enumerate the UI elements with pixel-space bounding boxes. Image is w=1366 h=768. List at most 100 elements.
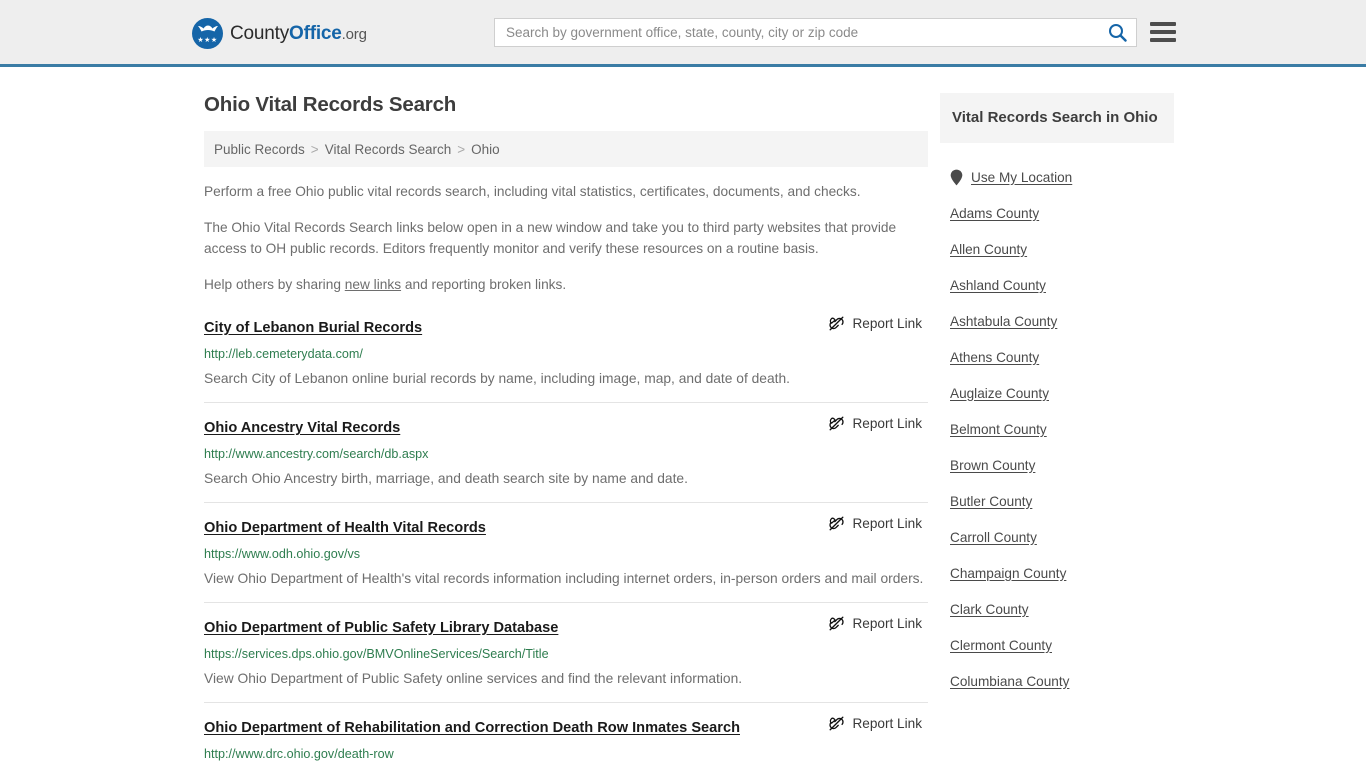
report-link-label: Report Link	[852, 316, 922, 331]
sidebar-item-belmont-county[interactable]: Belmont County	[940, 411, 1174, 447]
broken-link-icon	[829, 616, 845, 631]
sidebar-item-label[interactable]: Athens County	[950, 350, 1039, 365]
result-url: http://leb.cemeterydata.com/	[204, 347, 363, 361]
new-links-link[interactable]: new links	[345, 277, 401, 292]
sidebar-item-label[interactable]: Adams County	[950, 206, 1039, 221]
main-content: Ohio Vital Records Search Public Records…	[204, 67, 928, 768]
sidebar-item-label[interactable]: Butler County	[950, 494, 1032, 509]
sidebar-item-allen-county[interactable]: Allen County	[940, 231, 1174, 267]
result-header: Ohio Department of Public Safety Library…	[204, 615, 928, 638]
result-row: Ohio Department of Public Safety Library…	[204, 615, 928, 703]
logo-text-office: Office	[289, 22, 342, 44]
sidebar-item-carroll-county[interactable]: Carroll County	[940, 519, 1174, 555]
result-title-link[interactable]: Ohio Ancestry Vital Records	[204, 418, 400, 438]
sidebar-item-label[interactable]: Brown County	[950, 458, 1035, 473]
search-button[interactable]	[1098, 19, 1136, 46]
broken-link-icon	[829, 516, 845, 531]
sidebar-item-brown-county[interactable]: Brown County	[940, 447, 1174, 483]
result-row: Ohio Department of Rehabilitation and Co…	[204, 715, 928, 768]
sidebar-item-label[interactable]: Ashtabula County	[950, 314, 1057, 329]
breadcrumb-item-ohio[interactable]: Ohio	[471, 142, 500, 157]
hamburger-bar-3	[1150, 38, 1176, 42]
breadcrumb-item-vital-records-search[interactable]: Vital Records Search	[325, 142, 452, 157]
sidebar-item-clark-county[interactable]: Clark County	[940, 591, 1174, 627]
site-logo[interactable]: ★★★ CountyOffice.org	[192, 18, 367, 49]
page-body: Ohio Vital Records Search Public Records…	[0, 67, 1366, 768]
report-link-button[interactable]: Report Link	[828, 615, 928, 632]
report-link-label: Report Link	[852, 716, 922, 731]
map-pin-icon	[950, 169, 963, 185]
report-link-button[interactable]: Report Link	[828, 415, 928, 432]
logo-text-org: .org	[341, 25, 367, 43]
result-header: Ohio Ancestry Vital Records Report Link	[204, 415, 928, 438]
sidebar-item-label[interactable]: Ashland County	[950, 278, 1046, 293]
hamburger-bar-2	[1150, 30, 1176, 34]
sidebar-item-columbiana-county[interactable]: Columbiana County	[940, 663, 1174, 699]
intro-paragraph-2: The Ohio Vital Records Search links belo…	[204, 220, 897, 256]
result-title-link[interactable]: Ohio Department of Rehabilitation and Co…	[204, 718, 740, 738]
result-description: Search City of Lebanon online burial rec…	[204, 371, 790, 386]
results-list: City of Lebanon Burial Records Report Li…	[204, 315, 928, 768]
hamburger-bar-1	[1150, 22, 1176, 26]
result-header: Ohio Department of Health Vital Records …	[204, 515, 928, 538]
result-row: City of Lebanon Burial Records Report Li…	[204, 315, 928, 403]
result-title-link[interactable]: City of Lebanon Burial Records	[204, 318, 422, 338]
sidebar-item-auglaize-county[interactable]: Auglaize County	[940, 375, 1174, 411]
result-url: http://www.drc.ohio.gov/death-row	[204, 747, 394, 761]
sidebar-item-ashland-county[interactable]: Ashland County	[940, 267, 1174, 303]
intro-paragraph-1: Perform a free Ohio public vital records…	[204, 184, 861, 199]
stars-icon: ★★★	[197, 37, 218, 44]
hamburger-menu-icon[interactable]	[1150, 20, 1176, 44]
sidebar-item-label[interactable]: Allen County	[950, 242, 1027, 257]
result-description: Search Ohio Ancestry birth, marriage, an…	[204, 471, 688, 486]
sidebar-item-label[interactable]: Use My Location	[971, 170, 1072, 185]
sidebar-item-clermont-county[interactable]: Clermont County	[940, 627, 1174, 663]
eagle-seal-icon: ★★★	[192, 18, 223, 49]
result-row: Ohio Ancestry Vital Records Report Link …	[204, 415, 928, 503]
result-url: https://www.odh.ohio.gov/vs	[204, 547, 361, 561]
search-bar[interactable]	[494, 18, 1137, 47]
report-link-label: Report Link	[852, 416, 922, 431]
report-link-label: Report Link	[852, 516, 922, 531]
eagle-icon	[197, 25, 218, 32]
result-title-link[interactable]: Ohio Department of Public Safety Library…	[204, 618, 558, 638]
sidebar-item-athens-county[interactable]: Athens County	[940, 339, 1174, 375]
search-icon	[1108, 24, 1127, 42]
sidebar-item-ashtabula-county[interactable]: Ashtabula County	[940, 303, 1174, 339]
broken-link-icon	[829, 316, 845, 331]
breadcrumb-separator-1: >	[310, 141, 319, 157]
sidebar-item-label[interactable]: Champaign County	[950, 566, 1066, 581]
breadcrumb-separator-2: >	[457, 141, 466, 157]
report-link-label: Report Link	[852, 616, 922, 631]
sidebar-item-label[interactable]: Clermont County	[950, 638, 1052, 653]
sidebar-item-label[interactable]: Clark County	[950, 602, 1029, 617]
report-link-button[interactable]: Report Link	[828, 515, 928, 532]
sidebar-item-label[interactable]: Columbiana County	[950, 674, 1069, 689]
sidebar-item-adams-county[interactable]: Adams County	[940, 195, 1174, 231]
logo-text-county: County	[230, 22, 290, 44]
report-link-button[interactable]: Report Link	[828, 715, 928, 732]
sidebar-item-use-my-location[interactable]: Use My Location	[940, 159, 1174, 195]
result-title-link[interactable]: Ohio Department of Health Vital Records	[204, 518, 486, 538]
sidebar-item-label[interactable]: Belmont County	[950, 422, 1047, 437]
breadcrumb-item-public-records[interactable]: Public Records	[214, 142, 305, 157]
site-header: ★★★ CountyOffice.org	[0, 0, 1366, 67]
sidebar-item-label[interactable]: Carroll County	[950, 530, 1037, 545]
result-description: View Ohio Department of Public Safety on…	[204, 671, 743, 686]
sidebar-item-butler-county[interactable]: Butler County	[940, 483, 1174, 519]
sidebar-county-list: Use My Location Adams County Allen County A…	[940, 159, 1174, 699]
result-row: Ohio Department of Health Vital Records …	[204, 515, 928, 603]
sidebar-item-champaign-county[interactable]: Champaign County	[940, 555, 1174, 591]
sidebar-title: Vital Records Search in Ohio	[940, 93, 1174, 143]
breadcrumb: Public Records > Vital Records Search > …	[204, 131, 928, 167]
sidebar-item-label[interactable]: Auglaize County	[950, 386, 1049, 401]
report-link-button[interactable]: Report Link	[828, 315, 928, 332]
broken-link-icon	[829, 716, 845, 731]
result-description: View Ohio Department of Health's vital r…	[204, 571, 924, 586]
result-header: City of Lebanon Burial Records Report Li…	[204, 315, 928, 338]
intro-paragraph-3: Help others by sharing new links and rep…	[204, 274, 928, 295]
result-header: Ohio Department of Rehabilitation and Co…	[204, 715, 928, 738]
sidebar: Vital Records Search in Ohio Use My Loca…	[940, 67, 1174, 768]
search-input[interactable]	[495, 19, 1098, 46]
result-url: https://services.dps.ohio.gov/BMVOnlineS…	[204, 647, 549, 661]
